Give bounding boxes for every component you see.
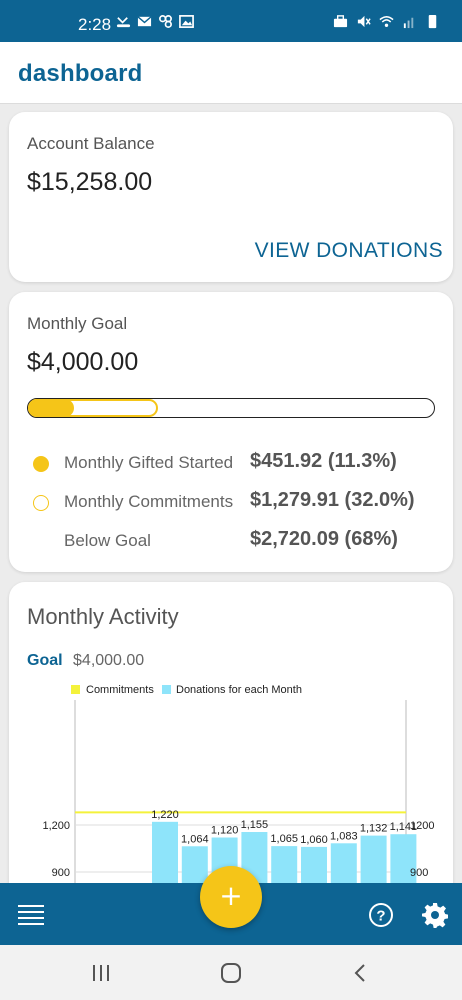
y-tick-label-left: 900 <box>52 867 70 879</box>
missed-call-icon <box>116 17 131 28</box>
account-balance-label: Account Balance <box>27 134 155 153</box>
monthly-goal-card: Monthly Goal $4,000.00 Monthly Gifted St… <box>9 292 453 572</box>
bar-value-label: 1,064 <box>181 833 209 845</box>
donation-bar <box>152 821 178 888</box>
system-icons <box>333 14 440 29</box>
y-tick-label-left: 1,200 <box>42 820 70 832</box>
link-icon <box>159 15 172 28</box>
monthly-activity-chart: Commitments Donations for each Month 300… <box>42 684 434 888</box>
gifted-progress <box>28 399 74 417</box>
commitments-dot-icon <box>33 495 49 511</box>
status-bar: 2:28 <box>0 0 462 42</box>
mail-icon <box>137 16 152 27</box>
account-balance-card: Account Balance $15,258.00 VIEW DONATION… <box>9 112 453 282</box>
system-navigation-bar <box>0 945 462 1000</box>
view-donations-button[interactable]: VIEW DONATIONS <box>255 239 443 263</box>
bar-value-label: 1,065 <box>270 833 298 845</box>
bar-value-label: 1,120 <box>211 824 239 836</box>
commitments-row: Monthly Commitments $1,279.91 (32.0%) <box>27 488 447 516</box>
account-balance-amount: $15,258.00 <box>27 168 153 196</box>
gifted-value: $451.92 (11.3%) <box>250 450 397 472</box>
donation-bar <box>330 843 357 888</box>
recents-icon[interactable] <box>90 962 112 984</box>
commitments-value: $1,279.91 (32.0%) <box>250 489 415 511</box>
svg-text:?: ? <box>376 908 385 925</box>
page-title: dashboard <box>18 60 143 87</box>
gifted-dot-icon <box>33 456 49 472</box>
donation-bar <box>271 846 298 888</box>
status-time: 2:28 <box>78 15 112 34</box>
gifted-label: Monthly Gifted Started <box>64 453 234 472</box>
legend-commitments-label: Commitments <box>86 684 154 696</box>
activity-goal-value: $4,000.00 <box>73 652 145 669</box>
donation-bar <box>360 835 387 888</box>
monthly-activity-heading: Monthly Activity <box>27 604 179 629</box>
bar-value-label: 1,220 <box>151 809 179 821</box>
briefcase-icon <box>333 15 348 28</box>
legend-donations-label: Donations for each Month <box>176 684 302 696</box>
bar-value-label: 1,083 <box>330 830 358 842</box>
activity-goal: Goal $4,000.00 <box>27 652 144 670</box>
activity-goal-label: Goal <box>27 652 63 669</box>
commitments-label: Monthly Commitments <box>64 492 234 511</box>
wifi-icon <box>379 16 394 27</box>
home-icon[interactable] <box>220 962 242 984</box>
bar-value-label: 1,155 <box>241 819 269 831</box>
y-tick-label-right: 900 <box>410 867 428 879</box>
gifted-row: Monthly Gifted Started $451.92 (11.3%) <box>27 449 447 477</box>
legend-donations-swatch <box>162 685 171 694</box>
bar-value-label: 1,132 <box>360 823 388 835</box>
help-icon[interactable]: ? <box>368 902 394 928</box>
battery-icon <box>428 14 437 29</box>
menu-icon[interactable] <box>18 902 44 928</box>
mute-icon <box>357 15 371 28</box>
monthly-goal-amount: $4,000.00 <box>27 348 139 376</box>
bar-value-label: 1,141 <box>390 821 418 833</box>
donation-bar <box>301 846 327 888</box>
app-header: dashboard <box>0 42 462 104</box>
image-icon <box>179 15 194 28</box>
gear-icon[interactable] <box>422 902 448 928</box>
goal-progress-bar <box>27 398 435 418</box>
notification-icons <box>116 14 194 29</box>
bar-value-label: 1,060 <box>300 834 328 846</box>
below-goal-label: Below Goal <box>64 531 151 550</box>
below-goal-value: $2,720.09 (68%) <box>250 528 398 550</box>
legend-commitments-swatch <box>71 685 80 694</box>
monthly-goal-label: Monthly Goal <box>27 314 128 333</box>
add-button[interactable]: + <box>200 866 262 928</box>
plus-icon: + <box>219 879 243 912</box>
donation-bar <box>390 834 417 888</box>
signal-icon <box>403 17 414 29</box>
below-goal-row: Below Goal $2,720.09 (68%) <box>27 527 447 555</box>
back-icon[interactable] <box>350 962 372 984</box>
